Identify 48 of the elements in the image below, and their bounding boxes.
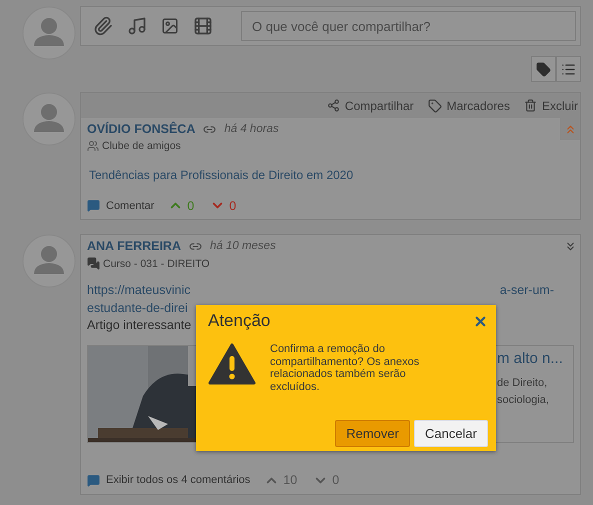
post-action[interactable]: Marcadores — [428, 98, 510, 112]
tag-icon — [428, 98, 442, 112]
close-button[interactable] — [473, 314, 488, 328]
chat-icon — [87, 257, 100, 270]
post-action[interactable]: Excluir — [524, 98, 578, 112]
share-field[interactable]: O que você quer compartilhar? — [241, 11, 576, 41]
attach-icon[interactable] — [93, 16, 113, 36]
comment-icon — [87, 474, 100, 486]
post-link[interactable]: https://mateusvinic — [87, 282, 191, 300]
downvote-button[interactable]: 0 — [313, 472, 340, 488]
comment-button[interactable]: Exibir todos os 4 comentários — [87, 474, 250, 486]
comment-icon — [87, 199, 100, 212]
dialog-button[interactable]: Remover — [335, 420, 410, 447]
film-icon[interactable] — [193, 16, 213, 36]
trash-icon — [524, 99, 537, 112]
downvote-button[interactable]: 0 — [210, 198, 236, 213]
post-link[interactable]: estudante-de-direi — [87, 300, 188, 317]
post-text: Artigo interessante — [87, 317, 192, 334]
avatar-icon — [22, 234, 76, 288]
preview-title[interactable]: m alto n... — [497, 350, 573, 366]
dialog-message: Confirma a remoção do compartilhamento? Os anexos relacionados também serão excluídos. — [270, 343, 420, 393]
share-icon — [326, 99, 340, 112]
author-name[interactable]: OVÍDIO FONSÊCA — [87, 122, 196, 136]
group-name: Curso - 031 - DIREITO — [103, 258, 210, 270]
post-action[interactable]: Compartilhar — [326, 98, 414, 112]
comment-button[interactable]: Comentar — [87, 199, 154, 212]
tag-icon — [536, 62, 551, 76]
avatar-icon — [22, 92, 76, 146]
dialog-title: Atenção — [208, 311, 270, 331]
author-name[interactable]: ANA FERREIRA — [87, 239, 181, 253]
music-icon[interactable] — [127, 16, 147, 36]
sort-button[interactable] — [556, 56, 581, 82]
warning-icon — [208, 343, 256, 385]
avatar-icon — [22, 6, 76, 60]
group-name: Clube de amigos — [102, 140, 181, 152]
list-icon — [561, 62, 576, 76]
post-time: há 4 horas — [224, 123, 279, 135]
post-link[interactable]: a-ser-um- — [500, 282, 554, 300]
upvote-button[interactable]: 10 — [264, 472, 298, 488]
preview-description: de Direito, — [497, 376, 548, 390]
tag-button[interactable] — [531, 56, 556, 82]
image-icon[interactable] — [161, 17, 179, 35]
dialog-button[interactable]: Cancelar — [414, 420, 488, 447]
preview-description: sociologia, — [497, 392, 550, 408]
group-icon — [87, 140, 99, 152]
upvote-button[interactable]: 0 — [168, 198, 194, 213]
post-text[interactable]: Tendências para Profissionais de Direito em 2020 — [89, 168, 574, 182]
post-time: há 10 meses — [210, 240, 276, 252]
